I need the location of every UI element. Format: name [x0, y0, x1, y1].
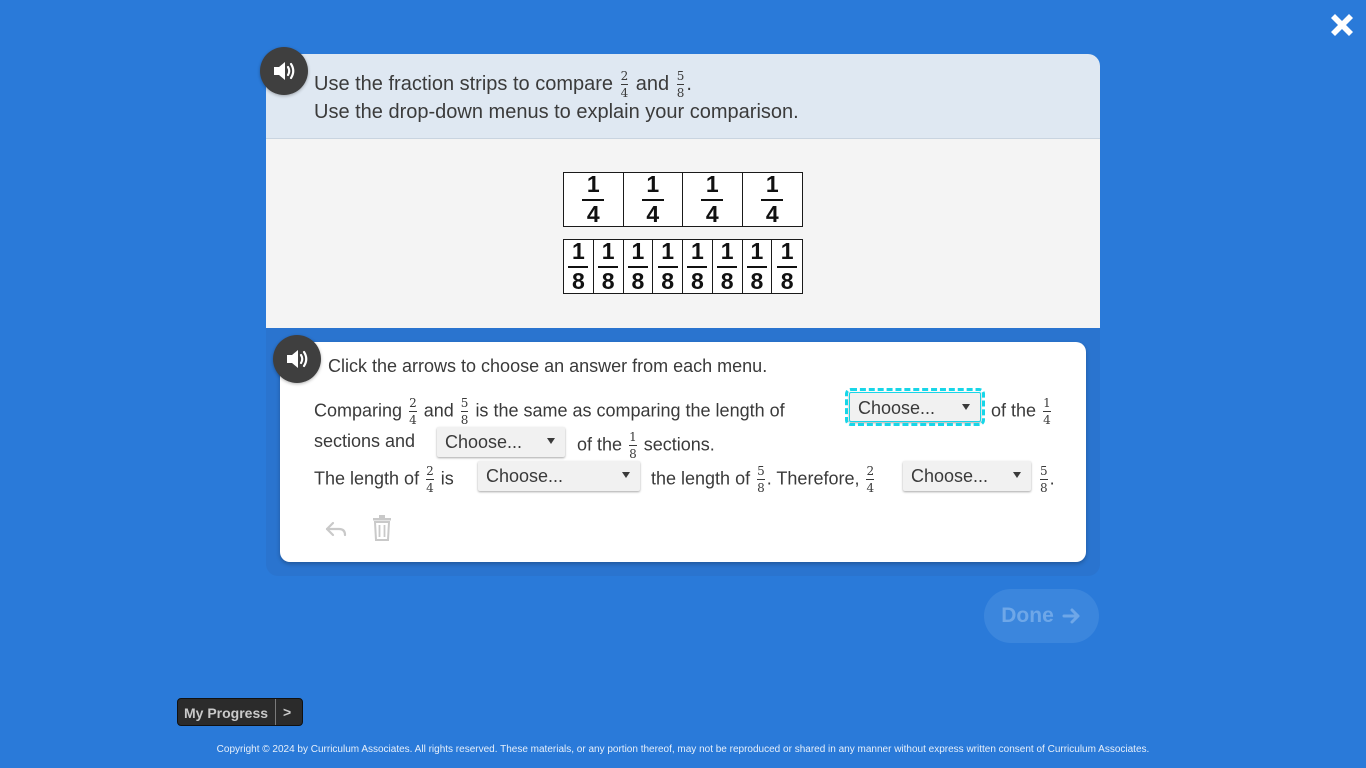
my-progress-button[interactable]: My Progress > [177, 698, 303, 726]
close-button[interactable] [1326, 9, 1358, 41]
question-prompt: Use the fraction strips to compare 24 an… [266, 54, 1100, 139]
dropdown-4[interactable]: Choose... [903, 461, 1031, 491]
divider [275, 699, 276, 725]
strip-cell: 18 [683, 240, 713, 293]
dropdown-1[interactable]: Choose... [845, 388, 985, 426]
strip-cell: 14 [683, 173, 743, 226]
prompt-line-1: Use the fraction strips to compare 24 an… [314, 69, 692, 100]
sentence-row-1-end: of the 14 [991, 396, 1051, 427]
strip-cell: 18 [624, 240, 654, 293]
read-aloud-button[interactable] [260, 47, 308, 95]
fraction-1-4: 14 [701, 173, 724, 226]
fraction-1-8: 18 [777, 240, 798, 293]
dropdown-2[interactable]: Choose... [437, 427, 565, 457]
chevron-down-icon [962, 404, 970, 410]
fraction-5-8: 58 [1040, 464, 1048, 495]
fraction-2-4: 24 [426, 464, 434, 495]
speaker-icon [287, 350, 308, 368]
eighths-strip: 18 18 18 18 18 18 18 18 [563, 239, 803, 294]
strip-cell: 18 [713, 240, 743, 293]
fraction-2-4: 24 [866, 464, 875, 495]
prompt-text: and [635, 72, 670, 95]
fraction-1-8: 18 [627, 240, 648, 293]
chevron-right-icon: > [283, 704, 292, 720]
fraction-1-8: 18 [629, 430, 637, 461]
sentence-row-2: sections and [314, 431, 416, 451]
fraction-1-4: 14 [641, 173, 664, 226]
fraction-5-8: 58 [460, 396, 469, 427]
strip-cell: 14 [564, 173, 624, 226]
fraction-1-4: 14 [1043, 396, 1051, 427]
fraction-1-4: 14 [582, 173, 605, 226]
fraction-1-8: 18 [717, 240, 738, 293]
read-aloud-answer-button[interactable] [273, 335, 321, 383]
fraction-2-4: 24 [409, 396, 417, 427]
fraction-2-4: 24 [620, 69, 629, 100]
trash-icon [373, 515, 391, 541]
sentence-row-3-end: 58. [1040, 464, 1055, 495]
prompt-text: Use the fraction strips to compare [314, 72, 614, 95]
strip-cell: 14 [624, 173, 683, 226]
fraction-5-8: 58 [676, 69, 685, 100]
strip-cell: 14 [743, 173, 803, 226]
strip-cell: 18 [743, 240, 773, 293]
fraction-1-8: 18 [687, 240, 708, 293]
strip-cell: 18 [594, 240, 624, 293]
fraction-strips-area: 14 14 14 14 18 18 18 18 18 18 18 18 [266, 139, 1100, 328]
fraction-1-8: 18 [657, 240, 678, 293]
close-icon [1331, 14, 1353, 36]
fraction-1-8: 18 [598, 240, 619, 293]
arrow-right-icon [1062, 608, 1080, 624]
done-button[interactable]: Done [984, 589, 1099, 643]
quarters-strip: 14 14 14 14 [563, 172, 803, 227]
chevron-down-icon [1013, 472, 1021, 478]
fraction-1-8: 18 [746, 240, 767, 293]
strip-cell: 18 [772, 240, 802, 293]
sentence-row-3: The length of 24 is [314, 464, 454, 495]
speaker-icon [274, 62, 295, 80]
dropdown-3[interactable]: Choose... [478, 461, 640, 491]
clear-button[interactable] [371, 514, 393, 542]
chevron-down-icon [547, 438, 555, 444]
copyright-notice: Copyright © 2024 by Curriculum Associate… [216, 744, 1150, 755]
fraction-1-8: 18 [568, 240, 589, 293]
fraction-5-8: 58 [757, 464, 765, 495]
strip-cell: 18 [564, 240, 594, 293]
sentence-row-2-end: of the 18 sections. [577, 430, 715, 461]
undo-button[interactable] [324, 518, 348, 540]
chevron-down-icon [622, 472, 630, 478]
prompt-line-2: Use the drop-down menus to explain your … [314, 101, 799, 123]
fraction-1-4: 14 [761, 173, 784, 226]
strip-cell: 18 [653, 240, 683, 293]
sentence-row-3-mid: the length of 58. Therefore, 24 [651, 464, 875, 495]
sentence-row-1: Comparing 24 and 58 is the same as compa… [314, 396, 785, 427]
undo-icon [325, 521, 347, 537]
answer-panel: Click the arrows to choose an answer fro… [280, 342, 1086, 562]
answer-instruction: Click the arrows to choose an answer fro… [328, 356, 768, 376]
